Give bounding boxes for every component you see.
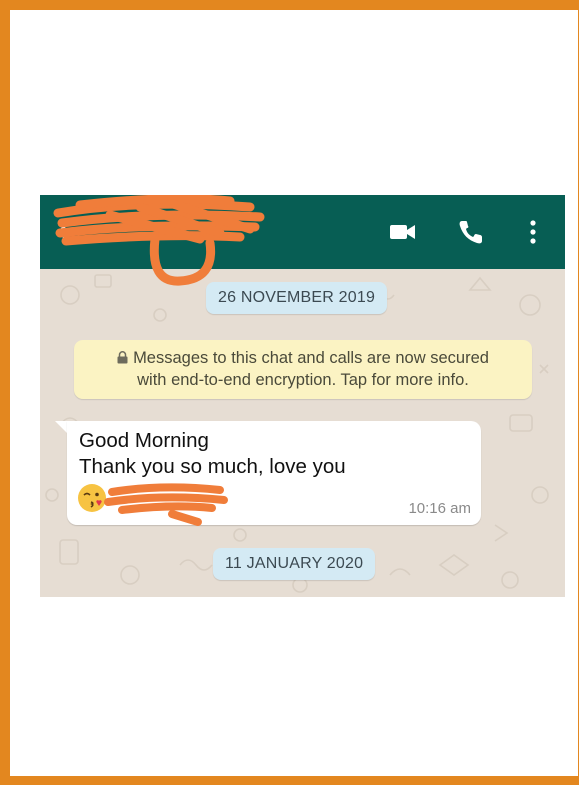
video-camera-icon[interactable] (386, 215, 420, 249)
encryption-notice-line1: Messages to this chat and calls are now … (86, 347, 520, 369)
message-line-2: Thank you so much, love you (79, 455, 346, 478)
message-timestamp: 10:16 am (408, 500, 471, 517)
redaction-scribble-message (104, 483, 228, 526)
phone-icon[interactable] (454, 215, 488, 249)
encryption-notice-line2: with end-to-end encryption. Tap for more… (137, 371, 469, 389)
date-divider: 11 JANUARY 2020 (213, 548, 376, 580)
lock-icon (117, 351, 128, 364)
kebab-menu-icon[interactable] (516, 215, 550, 249)
encryption-notice[interactable]: Messages to this chat and calls are now … (74, 340, 532, 399)
redaction-scribble-header (53, 195, 265, 286)
date-divider: 26 NOVEMBER 2019 (206, 282, 388, 314)
chat-screenshot: 26 NOVEMBER 2019 Messages to this chat a… (40, 195, 565, 597)
message-line-1: Good Morning (79, 429, 209, 452)
